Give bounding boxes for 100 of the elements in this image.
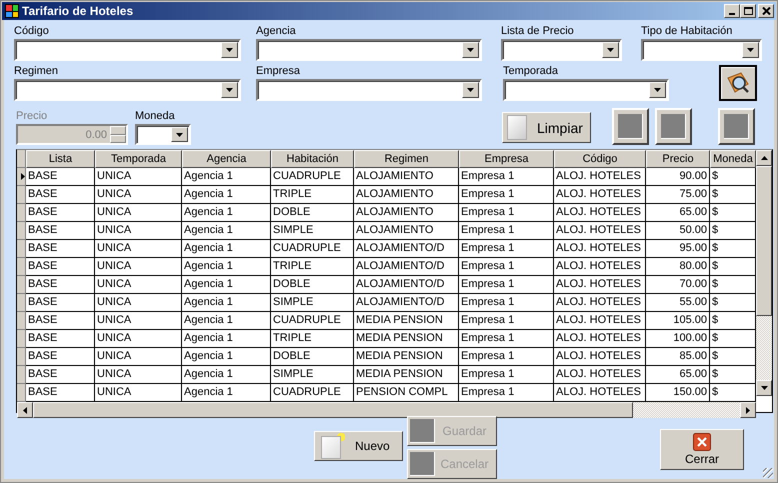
scroll-down-button[interactable]	[756, 380, 772, 396]
column-header[interactable]: Agencia	[182, 150, 271, 168]
table-cell: BASE	[26, 312, 95, 330]
table-cell: 80.00	[646, 258, 710, 276]
dropdown-field[interactable]	[14, 39, 241, 61]
close-icon	[762, 7, 770, 15]
search-button[interactable]	[719, 65, 757, 101]
table-cell: UNICA	[95, 348, 182, 366]
table-cell: ALOJ. HOTELES	[554, 168, 646, 186]
column-header[interactable]: Temporada	[95, 150, 182, 168]
square-icon	[618, 114, 643, 139]
column-header[interactable]: Código	[554, 150, 646, 168]
table-cell: ALOJ. HOTELES	[554, 294, 646, 312]
toolbar-button[interactable]	[718, 108, 755, 145]
document-icon	[507, 115, 527, 140]
maximize-button[interactable]	[740, 4, 756, 18]
scroll-right-button[interactable]	[740, 402, 756, 418]
dropdown-arrow-icon	[176, 132, 183, 136]
table-cell: ALOJ. HOTELES	[554, 348, 646, 366]
table-cell: 105.00	[646, 312, 710, 330]
clear-button[interactable]: Limpiar	[502, 112, 591, 143]
table-cell: Agencia 1	[182, 348, 271, 366]
table-cell: ALOJ. HOTELES	[554, 366, 646, 384]
column-header[interactable]: Moneda	[710, 150, 756, 168]
table-cell: BASE	[26, 348, 95, 366]
table-cell: Agencia 1	[182, 222, 271, 240]
dropdown-field[interactable]	[135, 124, 191, 145]
table-cell: ALOJAMIENTO	[354, 222, 459, 240]
table-cell: 95.00	[646, 240, 710, 258]
table-cell: 90.00	[646, 168, 710, 186]
new-button[interactable]: Nuevo	[314, 431, 403, 461]
square-icon	[410, 419, 435, 443]
table-cell: ALOJAMIENTO	[354, 186, 459, 204]
table-cell: UNICA	[95, 186, 182, 204]
column-header[interactable]: Regimen	[354, 150, 459, 168]
field-label: Precio	[16, 110, 48, 123]
column-header[interactable]: Empresa	[459, 150, 554, 168]
dropdown-field[interactable]	[501, 39, 622, 61]
table-cell: BASE	[26, 366, 95, 384]
toolbar-button[interactable]	[655, 108, 692, 145]
row-selector[interactable]	[17, 168, 26, 186]
table-cell: UNICA	[95, 330, 182, 348]
resize-grip[interactable]	[763, 468, 773, 478]
dropdown-field[interactable]	[641, 39, 762, 61]
table-cell: DOBLE	[271, 276, 354, 294]
column-header[interactable]: Habitación	[271, 150, 354, 168]
close-button[interactable]	[758, 4, 774, 18]
dropdown-field[interactable]	[503, 79, 669, 101]
table-cell: ALOJ. HOTELES	[554, 240, 646, 258]
table-cell: ALOJAMIENTO/D	[354, 240, 459, 258]
scroll-thumb[interactable]	[33, 402, 633, 418]
table-cell: Agencia 1	[182, 258, 271, 276]
table-cell: ALOJAMIENTO/D	[354, 276, 459, 294]
scroll-left-button[interactable]	[17, 402, 33, 418]
dropdown-field[interactable]	[256, 39, 482, 61]
table-cell: SIMPLE	[271, 222, 354, 240]
column-header[interactable]: Lista	[26, 150, 95, 168]
dropdown-field[interactable]	[14, 79, 241, 101]
table-cell: Empresa 1	[459, 240, 554, 258]
table-cell: ALOJ. HOTELES	[554, 258, 646, 276]
table-cell: ALOJ. HOTELES	[554, 186, 646, 204]
table-cell: Empresa 1	[459, 348, 554, 366]
table-cell: MEDIA PENSION	[354, 348, 459, 366]
close-form-button[interactable]: Cerrar	[660, 429, 744, 470]
square-icon	[410, 452, 435, 476]
table-cell: ALOJ. HOTELES	[554, 222, 646, 240]
field-label: Empresa	[256, 65, 302, 78]
square-icon	[661, 114, 686, 139]
table-cell: DOBLE	[271, 204, 354, 222]
window-title: Tarifario de Hoteles	[22, 4, 134, 18]
dropdown-field[interactable]	[256, 79, 482, 101]
field-label: Lista de Precio	[501, 25, 575, 38]
column-header[interactable]: Precio	[646, 150, 710, 168]
table-cell: Agencia 1	[182, 186, 271, 204]
horizontal-scrollbar[interactable]	[17, 402, 756, 418]
table-cell: UNICA	[95, 312, 182, 330]
square-icon	[724, 114, 749, 139]
table-cell: UNICA	[95, 258, 182, 276]
table-cell: BASE	[26, 240, 95, 258]
table-cell: DOBLE	[271, 348, 354, 366]
table-cell: Empresa 1	[459, 168, 554, 186]
right-arrow-icon	[746, 406, 750, 414]
minimize-button[interactable]	[724, 4, 740, 18]
field-label: Tipo de Habitación	[641, 25, 734, 38]
scroll-thumb[interactable]	[756, 166, 772, 316]
table-cell: Agencia 1	[182, 240, 271, 258]
table-cell: Agencia 1	[182, 294, 271, 312]
table-cell: 65.00	[646, 366, 710, 384]
table-cell: UNICA	[95, 168, 182, 186]
up-arrow-icon	[760, 156, 768, 160]
dropdown-arrow-icon	[747, 48, 754, 52]
table-cell: UNICA	[95, 294, 182, 312]
scroll-up-button[interactable]	[756, 150, 772, 166]
field-label: Moneda	[135, 110, 176, 123]
table-cell: BASE	[26, 294, 95, 312]
toolbar-button[interactable]	[612, 108, 649, 145]
table-cell: TRIPLE	[271, 330, 354, 348]
table-cell: Empresa 1	[459, 276, 554, 294]
table-cell: BASE	[26, 168, 95, 186]
table-cell: Empresa 1	[459, 312, 554, 330]
